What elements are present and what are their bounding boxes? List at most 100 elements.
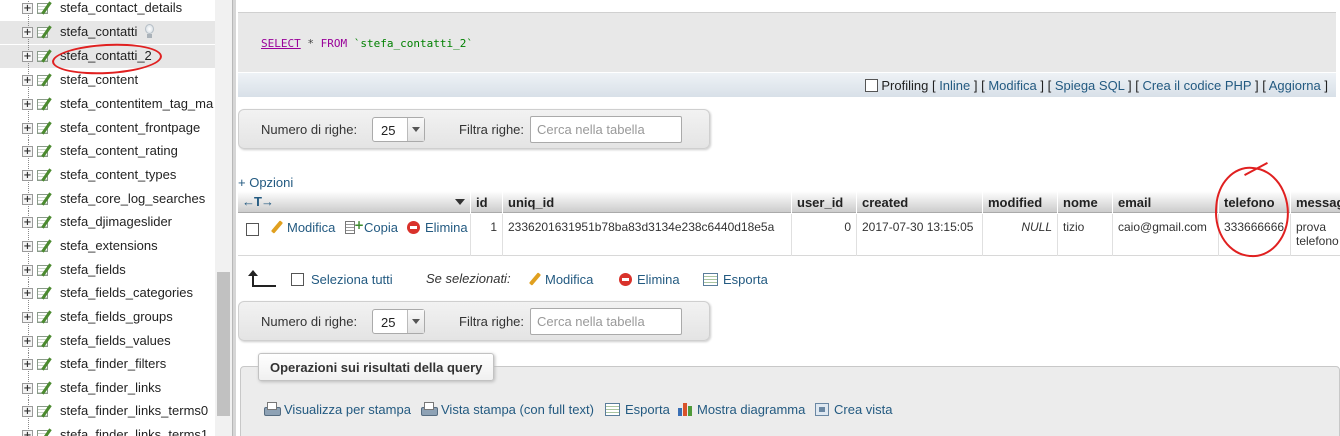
show-chart-link[interactable]: Mostra diagramma	[678, 402, 805, 417]
expand-icon[interactable]: +	[22, 359, 33, 370]
tree-item-stefa-content-frontpage[interactable]: + stefa_content_frontpage	[0, 117, 215, 140]
tree-item-stefa-contatti[interactable]: + stefa_contatti	[0, 21, 215, 44]
tree-item-stefa-finder-links-terms0[interactable]: + stefa_finder_links_terms0	[0, 400, 215, 423]
column-header-nome[interactable]: nome	[1058, 191, 1113, 213]
tree-item-label[interactable]: stefa_finder_links	[60, 380, 161, 395]
expand-icon[interactable]: +	[22, 123, 33, 134]
cell-modified[interactable]: NULL	[983, 214, 1058, 256]
column-header-id[interactable]: id	[471, 191, 503, 213]
column-toggle-arrows[interactable]: ←T→	[242, 194, 274, 209]
tree-item-label[interactable]: stefa_content_rating	[60, 143, 178, 158]
pane-splitter[interactable]	[232, 0, 236, 436]
expand-icon[interactable]: +	[22, 146, 33, 157]
cell-id[interactable]: 1	[471, 214, 503, 256]
expand-icon[interactable]: +	[22, 312, 33, 323]
bulk-delete-button[interactable]: Elimina	[619, 272, 680, 287]
tree-item-stefa-fields-values[interactable]: + stefa_fields_values	[0, 330, 215, 353]
cell-user-id[interactable]: 0	[792, 214, 857, 256]
tree-item-label[interactable]: stefa_finder_links_terms1	[60, 427, 208, 436]
expand-icon[interactable]: +	[22, 217, 33, 228]
profiling-checkbox[interactable]	[865, 79, 879, 92]
expand-icon[interactable]: +	[22, 3, 33, 14]
tree-item-label[interactable]: stefa_contact_details	[60, 0, 182, 15]
expand-icon[interactable]: +	[22, 75, 33, 86]
column-header-created[interactable]: created	[857, 191, 983, 213]
print-full-view-link[interactable]: Vista stampa (con full text)	[421, 402, 594, 417]
tree-item-label[interactable]: stefa_djimageslider	[60, 214, 172, 229]
tree-item-stefa-djimageslider[interactable]: + stefa_djimageslider	[0, 211, 215, 234]
copy-row-button[interactable]: Copia	[345, 218, 398, 235]
sidebar-scrollbar[interactable]	[215, 0, 232, 436]
create-view-link[interactable]: Crea vista	[815, 402, 893, 417]
tree-item-label[interactable]: stefa_contentitem_tag_ma	[60, 96, 213, 111]
column-header-email[interactable]: email	[1113, 191, 1219, 213]
cell-created[interactable]: 2017-07-30 13:15:05	[857, 214, 983, 256]
tree-item-stefa-content-rating[interactable]: + stefa_content_rating	[0, 140, 215, 163]
tree-item-label[interactable]: stefa_finder_links_terms0	[60, 403, 208, 418]
tree-item-stefa-finder-links[interactable]: + stefa_finder_links	[0, 377, 215, 400]
delete-row-button[interactable]: Elimina	[407, 220, 468, 235]
export-link[interactable]: Esporta	[605, 402, 670, 417]
expand-icon[interactable]: +	[22, 406, 33, 417]
expand-icon[interactable]: +	[22, 194, 33, 205]
tree-item-label[interactable]: stefa_fields_groups	[60, 309, 173, 324]
tree-item-stefa-contact-details[interactable]: + stefa_contact_details	[0, 0, 215, 20]
lightbulb-icon[interactable]	[143, 24, 155, 40]
expand-icon[interactable]: +	[22, 383, 33, 394]
rows-select[interactable]: 25	[372, 117, 425, 142]
print-view-link[interactable]: Visualizza per stampa	[264, 402, 411, 417]
tree-item-stefa-core-log-searches[interactable]: + stefa_core_log_searches	[0, 188, 215, 211]
edit-row-button[interactable]: Modifica	[270, 220, 335, 235]
expand-icon[interactable]: +	[22, 288, 33, 299]
row-checkbox[interactable]	[246, 223, 259, 236]
cell-uniq-id[interactable]: 2336201631951b78ba83d3134e238c6440d18e5a	[503, 214, 792, 256]
spiega-sql-link[interactable]: Spiega SQL	[1055, 78, 1125, 93]
tree-item-label[interactable]: stefa_fields	[60, 262, 126, 277]
sort-down-icon[interactable]	[455, 199, 465, 205]
expand-icon[interactable]: +	[22, 170, 33, 181]
filter-input[interactable]	[530, 308, 682, 335]
inline-link[interactable]: Inline	[939, 78, 970, 93]
tree-item-stefa-finder-links-terms1[interactable]: + stefa_finder_links_terms1	[0, 424, 215, 436]
chevron-down-icon[interactable]	[407, 118, 424, 141]
cell-messaggio[interactable]: prova telefono	[1291, 214, 1340, 256]
column-header-user-id[interactable]: user_id	[792, 191, 857, 213]
tree-item-label[interactable]: stefa_contatti	[60, 24, 137, 39]
tree-item-label[interactable]: stefa_fields_categories	[60, 285, 193, 300]
filter-input[interactable]	[530, 116, 682, 143]
expand-icon[interactable]: +	[22, 99, 33, 110]
tree-item-stefa-fields-categories[interactable]: + stefa_fields_categories	[0, 282, 215, 305]
cell-email[interactable]: caio@gmail.com	[1113, 214, 1219, 256]
cell-nome[interactable]: tizio	[1058, 214, 1113, 256]
tree-item-label[interactable]: stefa_finder_filters	[60, 356, 166, 371]
tree-item-label[interactable]: stefa_extensions	[60, 238, 158, 253]
modifica-link[interactable]: Modifica	[988, 78, 1036, 93]
tree-item-label[interactable]: stefa_core_log_searches	[60, 191, 205, 206]
expand-icon[interactable]: +	[22, 51, 33, 62]
column-header-modified[interactable]: modified	[983, 191, 1058, 213]
expand-icon[interactable]: +	[22, 336, 33, 347]
tree-item-stefa-finder-filters[interactable]: + stefa_finder_filters	[0, 353, 215, 376]
column-header-messaggio[interactable]: messag	[1291, 191, 1340, 213]
tree-item-stefa-fields-groups[interactable]: + stefa_fields_groups	[0, 306, 215, 329]
aggiorna-link[interactable]: Aggiorna	[1269, 78, 1321, 93]
tree-item-label[interactable]: stefa_fields_values	[60, 333, 171, 348]
scrollbar-thumb[interactable]	[217, 272, 230, 416]
select-all-checkbox[interactable]	[291, 273, 304, 286]
expand-icon[interactable]: +	[22, 430, 33, 436]
expand-icon[interactable]: +	[22, 241, 33, 252]
crea-codice-php-link[interactable]: Crea il codice PHP	[1143, 78, 1252, 93]
chevron-down-icon[interactable]	[407, 310, 424, 333]
expand-icon[interactable]: +	[22, 27, 33, 38]
tree-item-stefa-extensions[interactable]: + stefa_extensions	[0, 235, 215, 258]
tree-item-label[interactable]: stefa_content_frontpage	[60, 120, 200, 135]
bulk-export-button[interactable]: Esporta	[703, 272, 768, 287]
profiling-label[interactable]: Profiling	[881, 78, 928, 93]
tree-item-label[interactable]: stefa_content_types	[60, 167, 176, 182]
sql-keyword-select[interactable]: SELECT	[261, 37, 301, 50]
options-link[interactable]: + Opzioni	[238, 175, 293, 190]
column-header-uniq-id[interactable]: uniq_id	[503, 191, 792, 213]
bulk-edit-button[interactable]: Modifica	[528, 272, 593, 287]
expand-icon[interactable]: +	[22, 265, 33, 276]
select-all-label[interactable]: Seleziona tutti	[311, 272, 393, 287]
